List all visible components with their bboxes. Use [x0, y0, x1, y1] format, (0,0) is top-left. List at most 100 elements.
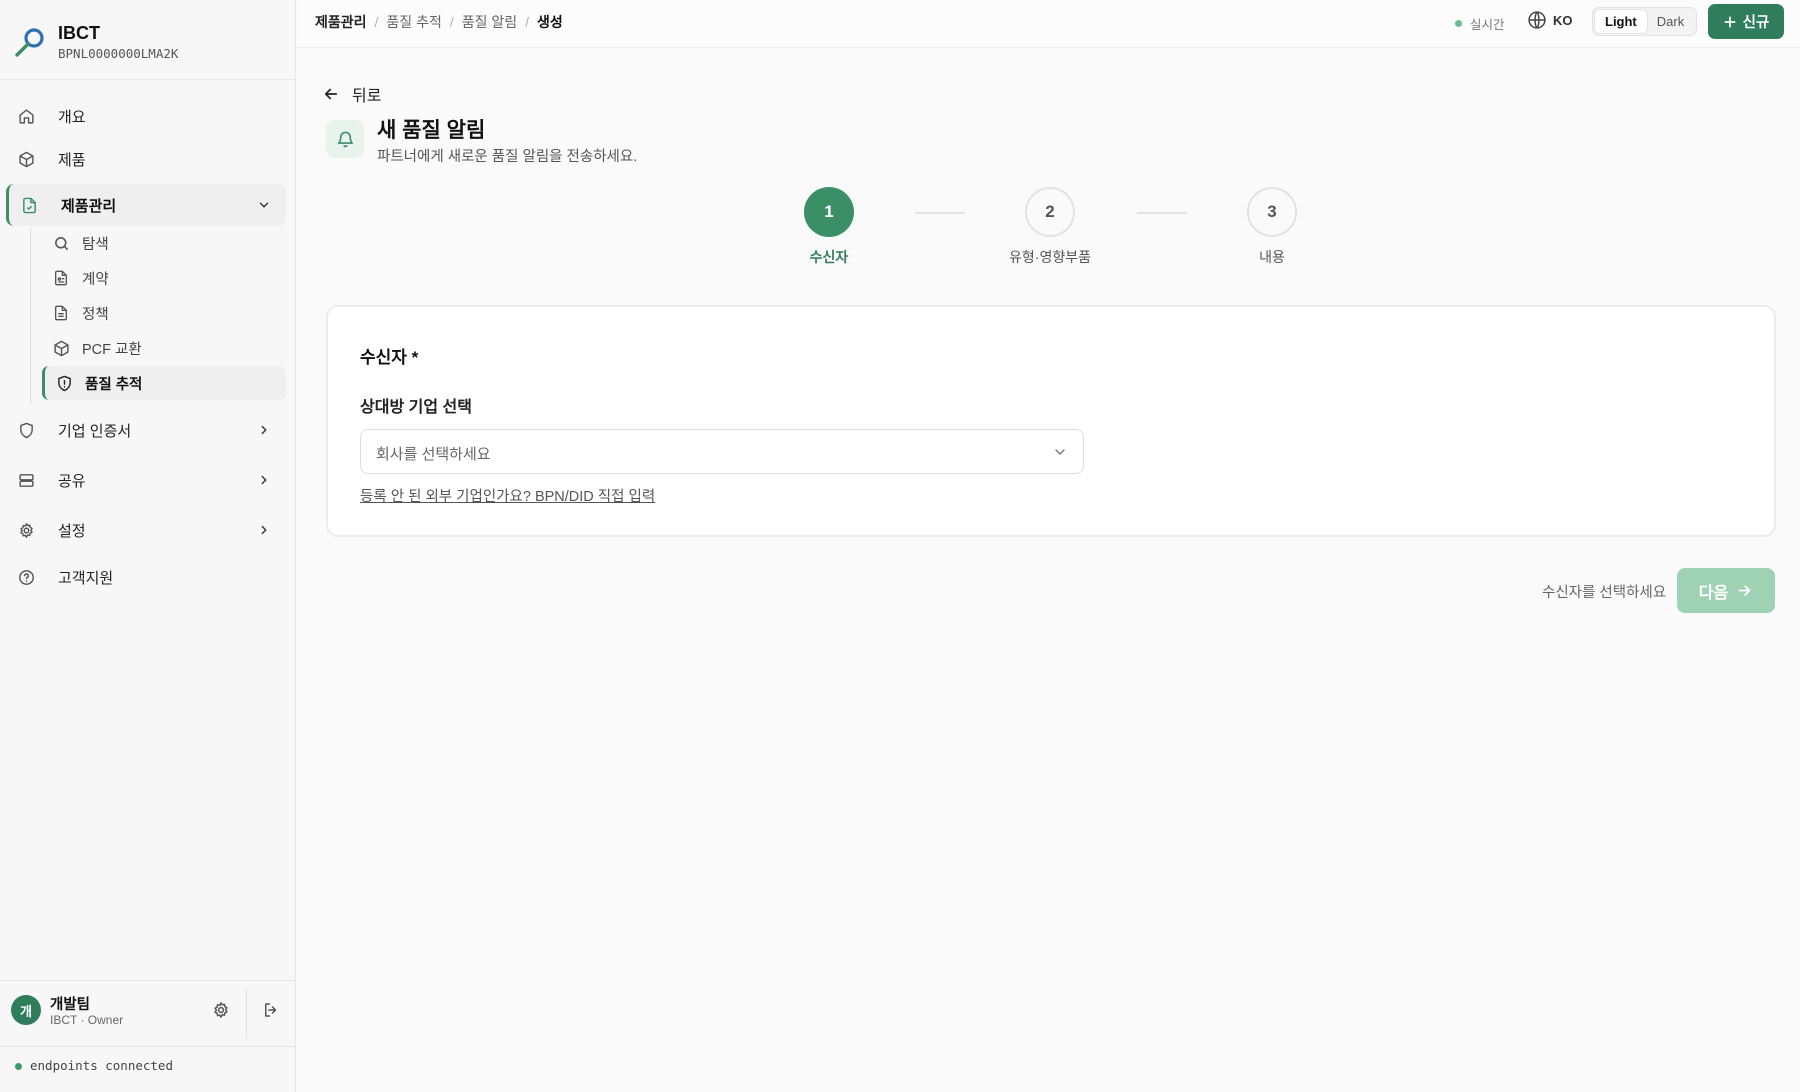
breadcrumb-item[interactable]: 제품관리: [315, 12, 367, 32]
theme-dark-option[interactable]: Dark: [1647, 10, 1694, 33]
back-button[interactable]: 뒤로: [322, 82, 381, 106]
step-1-indicator: 1: [804, 187, 854, 237]
package-icon: [52, 339, 70, 357]
status-text: endpoints connected: [30, 1058, 173, 1073]
chevron-down-icon: [1052, 444, 1068, 465]
sidebar-subitem-pcf-exchange[interactable]: PCF 교환: [42, 331, 286, 365]
user-profile: 개 개발팀 IBCT · Owner: [0, 980, 296, 1046]
globe-icon: [1528, 11, 1546, 29]
step-3-label: 내용: [1259, 249, 1285, 265]
sidebar-subitem-discovery[interactable]: 탐색: [42, 226, 286, 260]
recipient-card: 수신자 * 상대방 기업 선택 회사를 선택하세요 등록 안 된 외부 기업인가…: [326, 305, 1776, 537]
sidebar-subitem-label: 품질 추적: [85, 376, 143, 393]
sidebar-item-label: 고객지원: [58, 569, 114, 587]
server-icon: [16, 470, 36, 490]
live-label: 실시간: [1470, 18, 1505, 32]
org-name: IBCT: [58, 23, 100, 43]
org-bpn: BPNL0000000LMA2K: [58, 46, 179, 61]
sidebar-item-products[interactable]: 제품: [6, 138, 286, 180]
logout-icon[interactable]: [262, 1001, 282, 1021]
arrow-right-icon: [1738, 585, 1751, 596]
sidebar-item-overview[interactable]: 개요: [6, 95, 286, 137]
sidebar-item-product-management[interactable]: 제품관리: [6, 184, 286, 226]
document-icon: [52, 304, 70, 322]
step-connector: [915, 212, 965, 214]
status-dot: [15, 1063, 22, 1070]
sidebar-subitem-contracts[interactable]: 계약: [42, 261, 286, 295]
shield-alert-icon: [55, 374, 73, 392]
language-switcher[interactable]: KO: [1527, 10, 1573, 30]
theme-light-option[interactable]: Light: [1595, 10, 1647, 33]
section-title: 수신자 *: [360, 348, 419, 367]
sidebar-subitem-label: PCF 교환: [82, 341, 142, 358]
submenu-guide-line: [30, 228, 31, 404]
sidebar-item-certificates[interactable]: 기업 인증서: [6, 409, 286, 451]
next-button-label: 다음: [1698, 584, 1729, 602]
sidebar-item-settings[interactable]: 설정: [6, 509, 286, 551]
chevron-right-icon: [256, 522, 272, 538]
help-circle-icon: [16, 567, 36, 587]
sidebar-subitem-label: 탐색: [82, 236, 109, 253]
sidebar-subitem-policies[interactable]: 정책: [42, 296, 286, 330]
sidebar-item-label: 기업 인증서: [58, 422, 132, 440]
sidebar-subitem-label: 정책: [82, 306, 109, 323]
breadcrumb-item[interactable]: 품질 추적: [386, 12, 441, 32]
chevron-right-icon: [256, 422, 272, 438]
contract-icon: [52, 269, 70, 287]
shield-icon: [16, 420, 36, 440]
select-placeholder: 회사를 선택하세요: [376, 446, 491, 463]
step-connector: [1137, 212, 1187, 214]
sidebar-item-sharing[interactable]: 공유: [6, 459, 286, 501]
breadcrumb-separator: /: [449, 14, 454, 30]
plus-icon: [1724, 15, 1736, 28]
bell-icon: [326, 120, 364, 158]
divider: [246, 989, 247, 1039]
chevron-right-icon: [256, 472, 272, 488]
new-button-label: 신규: [1742, 15, 1770, 31]
breadcrumb-item[interactable]: 품질 알림: [462, 12, 517, 32]
new-button[interactable]: 신규: [1708, 4, 1784, 39]
step-2-indicator: 2: [1025, 187, 1075, 237]
gear-icon: [16, 520, 36, 540]
arrow-left-icon: [324, 88, 338, 100]
user-name: 개발팀: [50, 997, 91, 1013]
back-label: 뒤로: [352, 88, 382, 105]
file-check-icon: [19, 195, 39, 215]
breadcrumb-separator: /: [374, 14, 379, 30]
sidebar: IBCT BPNL0000000LMA2K 개요 제품 제품관리 탐색 계약 정…: [0, 0, 296, 1092]
breadcrumb: 제품관리 / 품질 추적 / 품질 알림 / 생성: [315, 12, 563, 32]
sidebar-item-label: 제품관리: [61, 197, 117, 215]
user-role: IBCT · Owner: [50, 1013, 124, 1027]
avatar: 개: [11, 995, 41, 1025]
language-label: KO: [1553, 12, 1573, 28]
org-header: IBCT BPNL0000000LMA2K: [0, 0, 296, 80]
breadcrumb-current: 생성: [537, 14, 563, 30]
next-button[interactable]: 다음: [1677, 568, 1775, 613]
page-subtitle: 파트너에게 새로운 품질 알림을 전송하세요.: [377, 149, 638, 165]
gear-icon[interactable]: [212, 1001, 232, 1021]
external-company-link[interactable]: 등록 안 된 외부 기업인가요? BPN/DID 직접 입력: [360, 485, 655, 506]
search-icon: [52, 234, 70, 252]
theme-toggle: Light Dark: [1592, 7, 1698, 36]
breadcrumb-separator: /: [525, 14, 530, 30]
sidebar-subitem-label: 계약: [82, 271, 109, 288]
topbar: 제품관리 / 품질 추적 / 품질 알림 / 생성 실시간 KO Light D…: [297, 0, 1800, 48]
connection-status: endpoints connected: [0, 1046, 296, 1092]
live-dot: [1455, 20, 1462, 27]
sidebar-item-label: 개요: [58, 108, 86, 126]
sidebar-subitem-quality-tracking[interactable]: 품질 추적: [42, 366, 286, 400]
step-1-label: 수신자: [809, 249, 849, 265]
package-icon: [16, 149, 36, 169]
page-title: 새 품질 알림: [377, 119, 486, 142]
sidebar-item-label: 제품: [58, 151, 86, 169]
logo-icon: [15, 28, 44, 57]
next-hint: 수신자를 선택하세요: [1542, 585, 1667, 601]
sidebar-item-support[interactable]: 고객지원: [6, 556, 286, 598]
chevron-down-icon: [256, 197, 272, 213]
field-label: 상대방 기업 선택: [360, 399, 472, 416]
step-2-label: 유형·영향부품: [1009, 249, 1091, 265]
home-icon: [16, 106, 36, 126]
sidebar-item-label: 설정: [58, 522, 86, 540]
company-select[interactable]: 회사를 선택하세요: [360, 429, 1084, 474]
step-3-indicator: 3: [1247, 187, 1297, 237]
